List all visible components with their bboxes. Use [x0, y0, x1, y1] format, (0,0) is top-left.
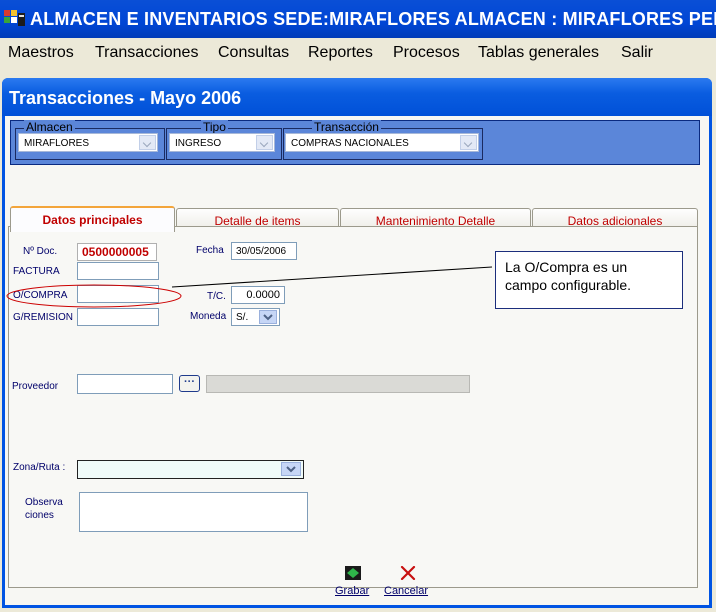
annotation-connector — [171, 266, 493, 288]
save-disk-icon — [345, 566, 361, 580]
app-title-bar: ALMACEN E INVENTARIOS SEDE:MIRAFLORES AL… — [0, 0, 716, 38]
save-label[interactable]: Grabar — [335, 585, 369, 597]
window-body: Almacen MIRAFLORES Tipo INGRESO Transacc… — [5, 116, 709, 605]
annotation-ellipse — [6, 284, 182, 308]
cancel-label[interactable]: Cancelar — [384, 585, 428, 597]
menu-maestros[interactable]: Maestros — [8, 44, 74, 62]
callout-text-2: campo configurable. — [505, 277, 632, 293]
save-button[interactable] — [341, 565, 367, 581]
window-title: Transacciones - Mayo 2006 — [9, 88, 242, 108]
menu-transacciones[interactable]: Transacciones — [95, 44, 198, 62]
tab-datos-principales[interactable]: Datos principales — [10, 206, 175, 232]
callout-text-1: La O/Compra es un — [505, 259, 628, 275]
menu-procesos[interactable]: Procesos — [393, 44, 460, 62]
app-logo-icon — [4, 10, 25, 26]
window-title-bar: Transacciones - Mayo 2006 — [2, 78, 712, 116]
menu-salir[interactable]: Salir — [621, 44, 653, 62]
app-title-text: ALMACEN E INVENTARIOS SEDE:MIRAFLORES AL… — [30, 9, 716, 29]
menu-bar: Maestros Transacciones Consultas Reporte… — [0, 38, 716, 68]
menu-reportes[interactable]: Reportes — [308, 44, 373, 62]
cancel-button[interactable] — [400, 565, 418, 585]
callout-note: La O/Compra es un campo configurable. — [495, 251, 683, 309]
menu-consultas[interactable]: Consultas — [218, 44, 289, 62]
transacciones-window: Transacciones - Mayo 2006 Almacen MIRAFL… — [2, 78, 712, 608]
menu-tablas-generales[interactable]: Tablas generales — [478, 44, 599, 62]
annotation-overlay — [6, 266, 493, 308]
close-x-icon — [400, 565, 416, 581]
